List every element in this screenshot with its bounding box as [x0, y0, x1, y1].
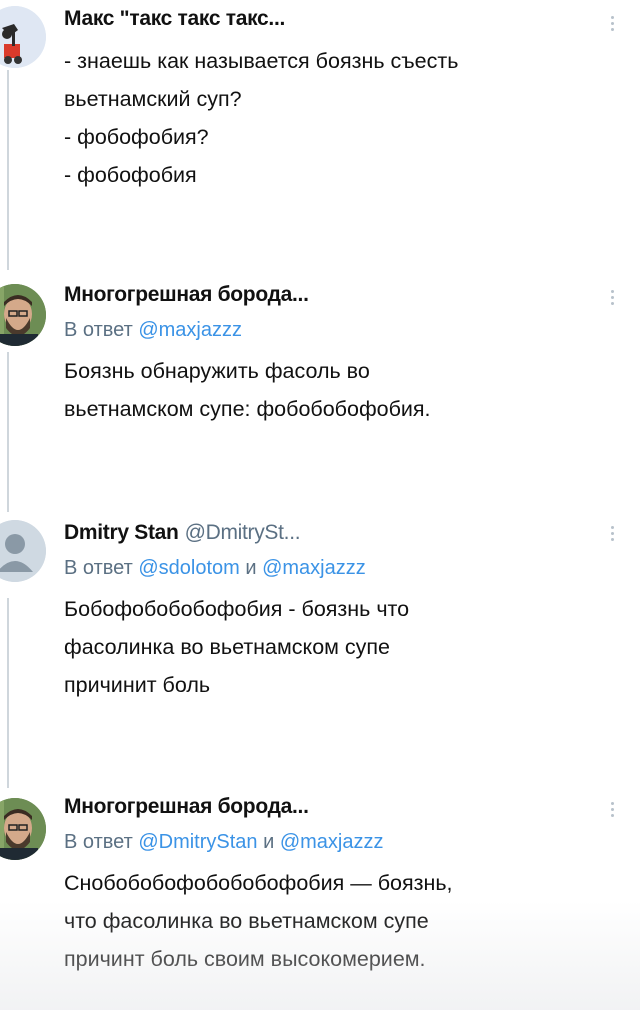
more-options-icon[interactable]	[608, 802, 616, 820]
avatar[interactable]	[0, 520, 46, 582]
reply-prefix: В ответ	[64, 319, 133, 341]
tweet-thread: Макс "такс такс такс... - знаешь как наз…	[0, 0, 640, 1010]
bearded-man-photo	[0, 284, 46, 346]
tweet-author[interactable]: Многогрешная борода...	[64, 794, 604, 820]
tweet[interactable]: Dmitry Stan @DmitrySt... В ответ @sdoloto…	[0, 512, 640, 762]
reply-to: В ответ @sdolotom и @maxjazzz	[64, 554, 604, 582]
tweet-text: Снобобобофобобобофобия — боязнь, что фас…	[64, 871, 453, 971]
avatar[interactable]	[0, 6, 46, 68]
bearded-man-photo	[0, 798, 46, 860]
tweet-text: Боязнь обнаружить фасоль во вьетнамском …	[64, 359, 431, 421]
tweet-author[interactable]: Многогрешная борода...	[64, 282, 604, 308]
reply-prefix: В ответ	[64, 831, 133, 853]
reply-conjunction: и	[245, 557, 257, 579]
tweet-author[interactable]: Dmitry Stan @DmitrySt...	[64, 520, 604, 546]
tweet-author[interactable]: Макс "такс такс такс...	[64, 6, 604, 32]
more-options-icon[interactable]	[608, 290, 616, 308]
avatar[interactable]	[0, 284, 46, 346]
mention-link[interactable]: @maxjazzz	[138, 319, 242, 341]
reply-conjunction: и	[263, 831, 275, 853]
reply-to: В ответ @maxjazzz	[64, 316, 604, 344]
reply-prefix: В ответ	[64, 557, 133, 579]
mention-link[interactable]: @maxjazzz	[262, 557, 366, 579]
reply-to: В ответ @DmitryStan и @maxjazzz	[64, 828, 604, 856]
mention-link[interactable]: @maxjazzz	[280, 831, 384, 853]
more-options-icon[interactable]	[608, 16, 616, 34]
cartoon-avatar-icon	[0, 6, 46, 68]
mention-link[interactable]: @sdolotom	[138, 557, 239, 579]
tweet[interactable]: Макс "такс такс такс... - знаешь как наз…	[0, 0, 640, 260]
tweet-text: Бобофобобобофобия - боязнь что фасолинка…	[64, 597, 410, 697]
tweet-text: - знаешь как называется боязнь съесть вь…	[64, 49, 459, 187]
tweet[interactable]: Многогрешная борода... В ответ @DmitrySt…	[0, 788, 640, 1010]
default-user-icon	[0, 520, 46, 582]
mention-link[interactable]: @DmitryStan	[138, 831, 257, 853]
avatar[interactable]	[0, 798, 46, 860]
author-name: Dmitry Stan	[64, 521, 179, 544]
more-options-icon[interactable]	[608, 526, 616, 544]
tweet[interactable]: Многогрешная борода... В ответ @maxjazzz…	[0, 276, 640, 476]
author-handle: @DmitrySt...	[184, 521, 301, 544]
